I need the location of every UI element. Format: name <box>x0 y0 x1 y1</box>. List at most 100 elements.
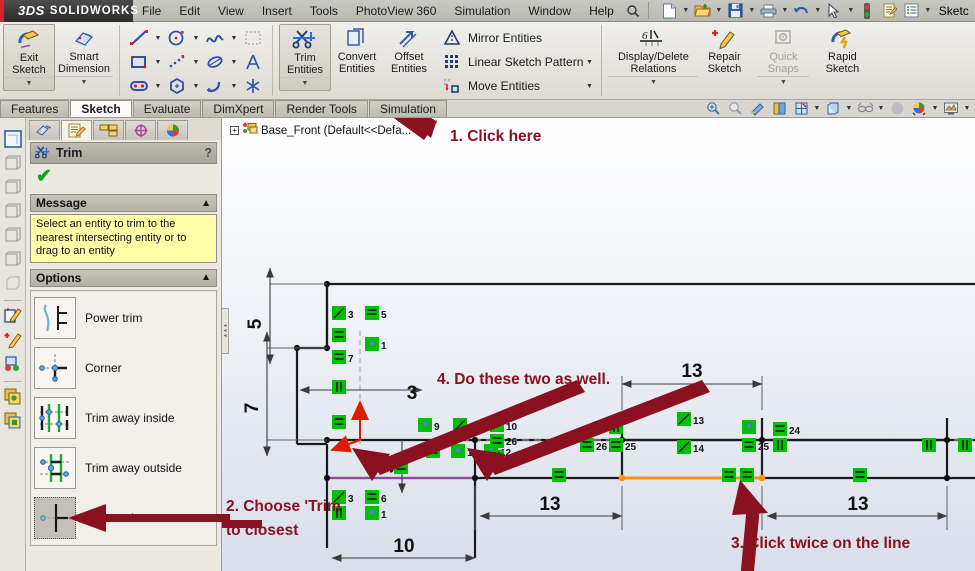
arc-dropdown-icon[interactable]: ▼ <box>228 83 240 90</box>
menu-window[interactable]: Window <box>519 2 580 20</box>
options-chevron-up-icon[interactable]: ▲ <box>201 272 211 283</box>
rectangle-icon[interactable] <box>126 51 152 73</box>
smart-dimension-dropdown-icon[interactable]: ▼ <box>55 76 113 89</box>
previous-view-icon[interactable] <box>746 99 768 117</box>
new-document-icon[interactable] <box>659 1 680 21</box>
chevron-up-icon[interactable]: ▲ <box>201 198 211 209</box>
open-folder-caret-icon[interactable]: ▼ <box>714 7 724 14</box>
display-manager-icon[interactable] <box>940 99 962 117</box>
menu-simulation[interactable]: Simulation <box>445 2 519 20</box>
hidden-lines-removed-icon[interactable] <box>2 200 24 222</box>
linear-sketch-pattern-row[interactable]: Linear Sketch Pattern ▼ <box>439 50 595 74</box>
text-icon[interactable] <box>240 51 266 73</box>
line-icon[interactable] <box>126 27 152 49</box>
perspective-icon[interactable] <box>2 272 24 294</box>
move-entities-dropdown-icon[interactable]: ▼ <box>583 83 595 90</box>
undo-icon[interactable] <box>791 1 812 21</box>
zoom-to-area-icon[interactable] <box>724 99 746 117</box>
tab-dimxpert[interactable]: DimXpert <box>202 100 275 117</box>
slot-icon[interactable] <box>126 75 152 97</box>
tab-sketch[interactable]: Sketch <box>70 100 132 117</box>
display-style-icon[interactable] <box>822 99 844 117</box>
display-delete-relations-dropdown-icon[interactable]: ▼ <box>608 76 699 89</box>
option-power-trim[interactable]: Power trim <box>31 293 216 343</box>
shaded-icon[interactable] <box>2 224 24 246</box>
spline-icon[interactable] <box>202 27 228 49</box>
zoom-to-fit-icon[interactable] <box>702 99 724 117</box>
save-caret-icon[interactable]: ▼ <box>747 7 757 14</box>
exit-sketch-button[interactable]: Exit Sketch ▼ <box>3 24 55 91</box>
quick-snaps-dropdown-icon[interactable]: ▼ <box>757 76 810 89</box>
exit-sketch-dropdown-icon[interactable]: ▼ <box>4 77 54 90</box>
configuration-manager-tab[interactable] <box>93 120 124 140</box>
view-settings-caret-icon[interactable]: ▼ <box>930 105 940 112</box>
options-icon[interactable] <box>879 1 900 21</box>
view-orientation-caret-icon[interactable]: ▼ <box>812 105 822 112</box>
configuration-icon-2[interactable] <box>2 410 24 432</box>
apply-scene-icon[interactable] <box>886 99 908 117</box>
option-trim-away-outside[interactable]: Trim away outside <box>31 443 216 493</box>
customize-caret-icon[interactable]: ▼ <box>923 7 933 14</box>
search-icon[interactable] <box>623 1 644 21</box>
print-caret-icon[interactable]: ▼ <box>780 7 790 14</box>
trim-entities-dropdown-icon[interactable]: ▼ <box>280 77 330 90</box>
configuration-icon-1[interactable] <box>2 386 24 408</box>
offset-entities-button[interactable]: Offset Entities <box>383 24 435 75</box>
dimxpert-manager-tab[interactable] <box>125 120 156 140</box>
menu-tools[interactable]: Tools <box>301 2 347 20</box>
convert-entities-button[interactable]: Convert Entities <box>331 24 383 75</box>
display-manager-tab[interactable] <box>157 120 188 140</box>
rectangle-dropdown-icon[interactable]: ▼ <box>152 59 164 66</box>
mirror-entities-row[interactable]: Mirror Entities <box>439 26 595 50</box>
ellipse-dropdown-icon[interactable]: ▼ <box>228 59 240 66</box>
option-corner[interactable]: Corner <box>31 343 216 393</box>
arc-icon[interactable] <box>202 75 228 97</box>
options-section-header[interactable]: Options ▲ <box>30 268 217 287</box>
tab-simulation[interactable]: Simulation <box>368 100 447 117</box>
section-view-icon[interactable] <box>768 99 790 117</box>
circle-dropdown-icon[interactable]: ▼ <box>190 35 202 42</box>
ellipse-icon[interactable] <box>202 51 228 73</box>
sketch-fillet-pattern-icon[interactable] <box>240 27 266 49</box>
wireframe-icon[interactable] <box>2 176 24 198</box>
repair-sketch-button[interactable]: Repair Sketch <box>698 24 750 75</box>
solid-body-icon[interactable] <box>2 128 24 150</box>
spline-dropdown-icon[interactable]: ▼ <box>228 35 240 42</box>
help-icon[interactable]: ? <box>204 146 212 160</box>
view-settings-icon[interactable] <box>908 99 930 117</box>
property-manager-tab[interactable] <box>61 120 92 140</box>
view-orientation-icon[interactable] <box>790 99 812 117</box>
hide-show-items-caret-icon[interactable]: ▼ <box>876 105 886 112</box>
customize-icon[interactable] <box>901 1 922 21</box>
open-folder-icon[interactable] <box>692 1 713 21</box>
print-icon[interactable] <box>758 1 779 21</box>
tab-features[interactable]: Features <box>0 100 70 117</box>
menu-edit[interactable]: Edit <box>170 2 209 20</box>
move-entities-row[interactable]: Move Entities ▼ <box>439 74 595 98</box>
circle-icon[interactable] <box>164 27 190 49</box>
rebuild-icon[interactable] <box>857 1 878 21</box>
polygon-icon[interactable] <box>164 75 190 97</box>
polygon-dropdown-icon[interactable]: ▼ <box>190 83 202 90</box>
menu-view[interactable]: View <box>209 2 253 20</box>
line-dropdown-icon[interactable]: ▼ <box>152 35 164 42</box>
option-trim-away-inside[interactable]: Trim away inside <box>31 393 216 443</box>
point-pattern-dropdown-icon[interactable]: ▼ <box>190 59 202 66</box>
feature-manager-tab[interactable] <box>29 120 60 140</box>
tab-render-tools[interactable]: Render Tools <box>275 100 368 117</box>
menu-help[interactable]: Help <box>580 2 623 20</box>
select-cursor-icon[interactable] <box>824 1 845 21</box>
ok-checkmark-icon[interactable]: ✔ <box>36 167 52 186</box>
menu-photoview360[interactable]: PhotoView 360 <box>347 2 446 20</box>
hidden-lines-visible-icon[interactable] <box>2 152 24 174</box>
construction-geometry-icon[interactable] <box>240 75 266 97</box>
edit-sketch-icon[interactable] <box>2 305 24 327</box>
slot-dropdown-icon[interactable]: ▼ <box>152 83 164 90</box>
quick-snaps-button[interactable]: Quick Snaps ▼ <box>757 24 810 89</box>
shaded-with-edges-icon[interactable] <box>2 248 24 270</box>
point-pattern-icon[interactable] <box>164 51 190 73</box>
select-cursor-caret-icon[interactable]: ▼ <box>846 7 856 14</box>
display-manager-caret-icon[interactable]: ▼ <box>962 105 972 112</box>
undo-caret-icon[interactable]: ▼ <box>813 7 823 14</box>
display-delete-relations-button[interactable]: 6 Display/Delete Relations ▼ <box>608 24 699 89</box>
